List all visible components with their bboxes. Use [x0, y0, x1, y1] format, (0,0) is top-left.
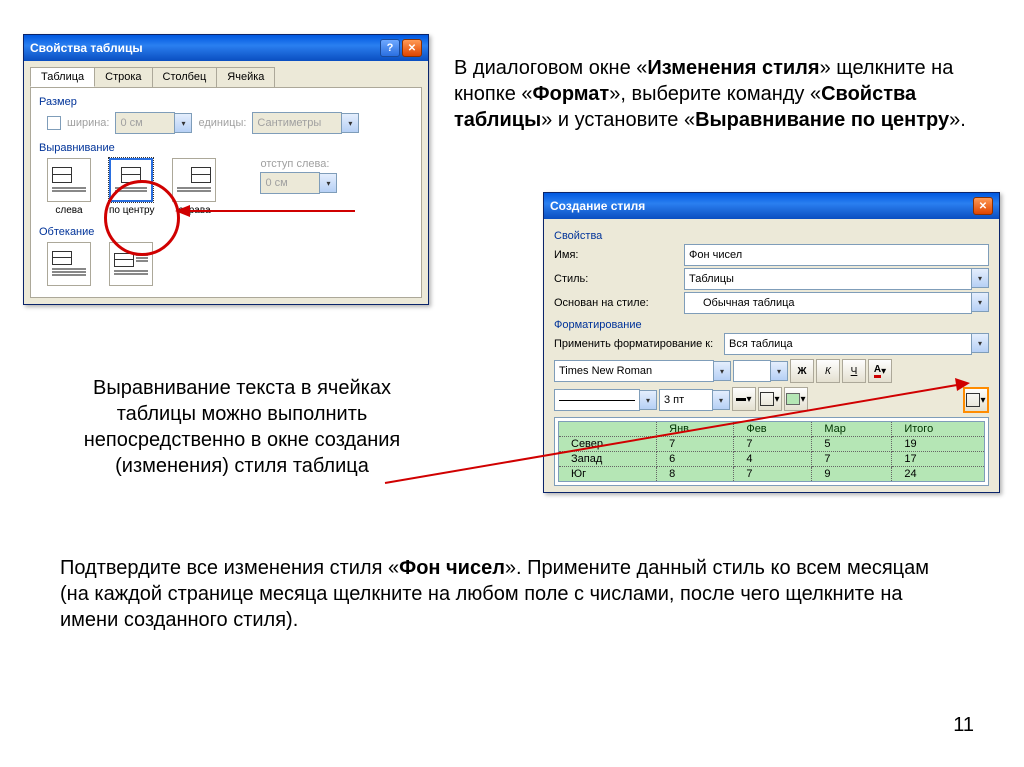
- underline-button[interactable]: Ч: [842, 359, 866, 383]
- tab-row[interactable]: Строка: [94, 67, 152, 87]
- spinner-icon: ▾: [175, 113, 192, 133]
- style-label: Стиль:: [554, 273, 684, 285]
- instruction-paragraph-1: В диалоговом окне «Изменения стиля» щелк…: [454, 55, 984, 133]
- based-on-select[interactable]: [684, 292, 972, 314]
- alignment-group-label: Выравнивание: [39, 142, 413, 154]
- width-label: ширина:: [67, 117, 109, 129]
- name-label: Имя:: [554, 249, 684, 261]
- font-select[interactable]: [554, 360, 714, 382]
- table-properties-dialog: Свойства таблицы ? ✕ Таблица Строка Стол…: [23, 34, 429, 305]
- align-left-option[interactable]: слева: [47, 158, 91, 216]
- tab-cell[interactable]: Ячейка: [216, 67, 275, 87]
- highlight-circle: [104, 180, 180, 256]
- units-label: единицы:: [198, 117, 246, 129]
- arrow-to-cell-align: [385, 383, 985, 493]
- dialog-title: Свойства таблицы: [30, 41, 143, 55]
- tab-table[interactable]: Таблица: [30, 67, 95, 87]
- chevron-down-icon: ▾: [342, 113, 359, 133]
- font-size-select[interactable]: [733, 360, 771, 382]
- chevron-down-icon[interactable]: ▾: [972, 268, 989, 288]
- chevron-down-icon[interactable]: ▾: [714, 361, 731, 381]
- width-input: [115, 112, 175, 134]
- titlebar: Создание стиля ✕: [544, 193, 999, 219]
- based-on-label: Основан на стиле:: [554, 297, 684, 309]
- formatting-group: Форматирование: [554, 319, 989, 331]
- page-number: 11: [953, 714, 974, 737]
- dialog-title: Создание стиля: [550, 199, 645, 213]
- chevron-down-icon[interactable]: ▾: [972, 333, 989, 353]
- instruction-paragraph-2: Выравнивание текста в ячейках таблицы мо…: [72, 375, 412, 479]
- apply-to-label: Применить форматирование к:: [554, 338, 724, 350]
- units-select: [252, 112, 342, 134]
- width-checkbox[interactable]: [47, 116, 61, 130]
- instruction-paragraph-3: Подтвердите все изменения стиля «Фон чис…: [60, 555, 940, 633]
- size-group-label: Размер: [39, 96, 413, 108]
- name-input[interactable]: [684, 244, 989, 266]
- arrow-to-center: [175, 205, 355, 225]
- spinner-icon: ▾: [320, 173, 337, 193]
- indent-input: [260, 172, 320, 194]
- bold-button[interactable]: Ж: [790, 359, 814, 383]
- dialog-body: Размер ширина: ▾ единицы: ▾ Выравнивание…: [30, 87, 422, 298]
- font-color-button[interactable]: A▾: [868, 359, 892, 383]
- chevron-down-icon[interactable]: ▾: [771, 361, 788, 381]
- wrap-group-label: Обтекание: [39, 226, 413, 238]
- titlebar: Свойства таблицы ? ✕: [24, 35, 428, 61]
- font-toolbar: ▾ ▾ Ж К Ч A▾: [554, 359, 989, 383]
- close-icon[interactable]: ✕: [402, 39, 422, 57]
- italic-button[interactable]: К: [816, 359, 840, 383]
- close-icon[interactable]: ✕: [973, 197, 993, 215]
- tab-column[interactable]: Столбец: [152, 67, 218, 87]
- chevron-down-icon[interactable]: ▾: [972, 292, 989, 312]
- indent-label: отступ слева:: [260, 158, 337, 170]
- apply-to-select[interactable]: [724, 333, 972, 355]
- style-select[interactable]: [684, 268, 972, 290]
- properties-group: Свойства: [554, 230, 989, 242]
- tab-strip: Таблица Строка Столбец Ячейка: [24, 61, 428, 87]
- help-icon[interactable]: ?: [380, 39, 400, 57]
- wrap-none-option[interactable]: [47, 242, 91, 286]
